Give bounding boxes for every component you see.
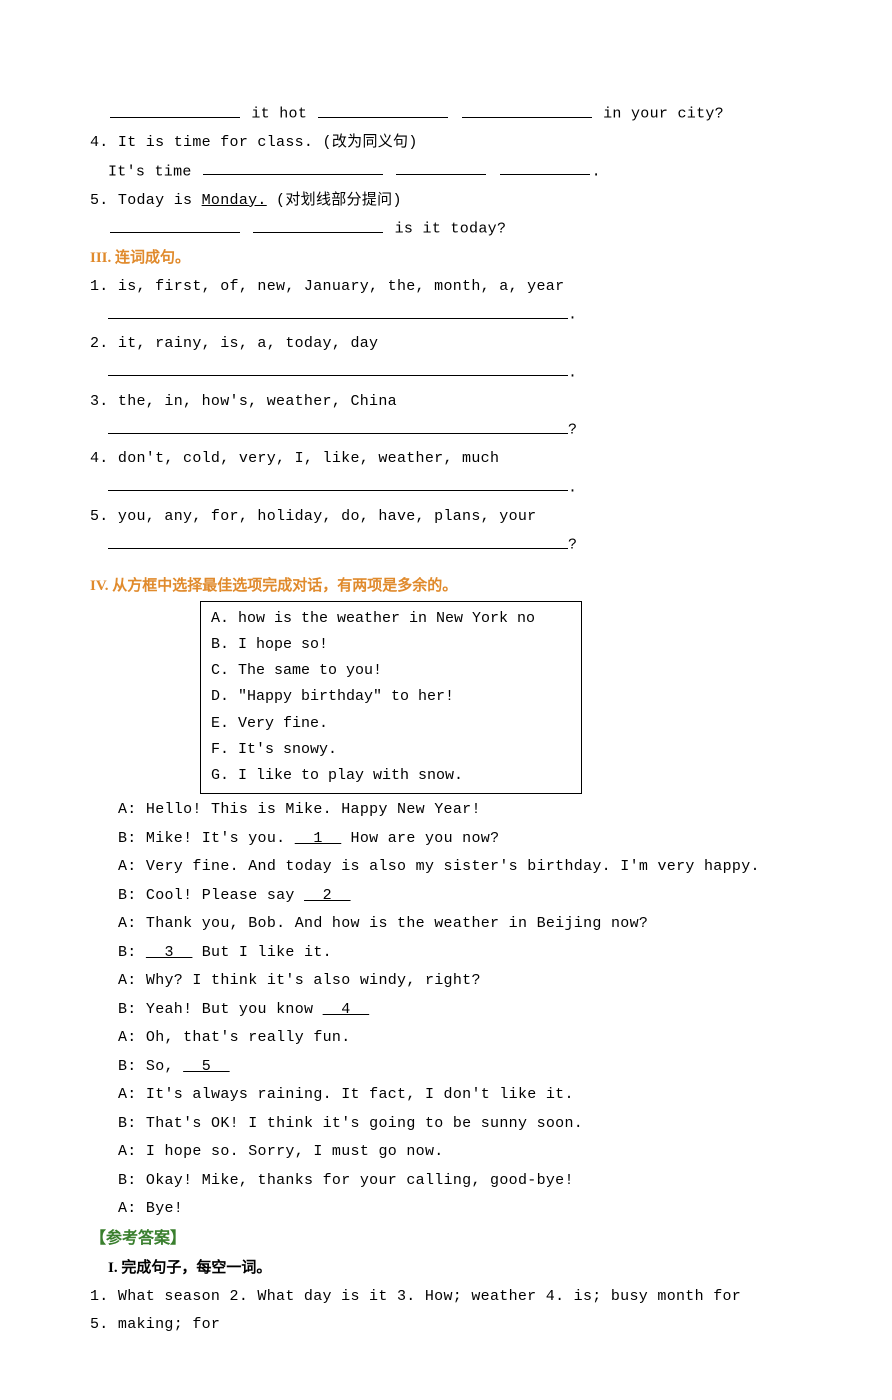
dialog-line: B: Okay! Mike, thanks for your calling, … [118, 1167, 802, 1196]
fill-blank[interactable]: 1 [295, 830, 342, 847]
q5-prompt: 5. Today is Monday. (对划线部分提问) [90, 187, 802, 216]
fill-blank[interactable]: 3 [146, 944, 193, 961]
dialog-line: A: It's always raining. It fact, I don't… [118, 1081, 802, 1110]
option: A. how is the weather in New York no [211, 606, 571, 632]
iii-item: 5. you, any, for, holiday, do, have, pla… [90, 503, 802, 532]
dialog-line: A: Bye! [118, 1195, 802, 1224]
option: G. I like to play with snow. [211, 763, 571, 789]
q5-a: 5. Today is [90, 192, 202, 209]
blank [500, 158, 590, 176]
q5-tail: is it today? [395, 221, 507, 238]
fill-blank[interactable]: 4 [323, 1001, 370, 1018]
dialog-line: B: Yeah! But you know 4 [118, 996, 802, 1025]
q4-prompt: 4. It is time for class. (改为同义句) [90, 129, 802, 158]
fill-blank[interactable]: 5 [183, 1058, 230, 1075]
q3-line: it hot in your city? [90, 100, 802, 129]
blank [253, 215, 383, 233]
q5-b: (对划线部分提问) [267, 192, 402, 209]
punct: . [568, 479, 577, 496]
answer-line: 5. making; for [90, 1311, 802, 1340]
q5-line: is it today? [90, 215, 802, 244]
iii-item: 3. the, in, how's, weather, China [90, 388, 802, 417]
punct: . [568, 307, 577, 324]
dialog-line: A: Hello! This is Mike. Happy New Year! [118, 796, 802, 825]
iii-blank-line: . [90, 301, 802, 330]
blank [462, 100, 592, 118]
dialog-line: B: So, 5 [118, 1053, 802, 1082]
q4-stub: It's time [108, 163, 192, 180]
iii-blank-line: . [90, 359, 802, 388]
dialog-line: A: Oh, that's really fun. [118, 1024, 802, 1053]
iii-blank-line: . [90, 474, 802, 503]
iii-blank-line: ? [90, 531, 802, 560]
blank [203, 158, 383, 176]
punct: ? [568, 422, 577, 439]
dialog-line: B: That's OK! I think it's going to be s… [118, 1110, 802, 1139]
option: F. It's snowy. [211, 737, 571, 763]
iii-item: 2. it, rainy, is, a, today, day [90, 330, 802, 359]
section-iii-title: III. 连词成句。 [90, 244, 802, 273]
blank [396, 158, 486, 176]
punct: . [568, 364, 577, 381]
punct: ? [568, 537, 577, 554]
iii-item: 1. is, first, of, new, January, the, mon… [90, 273, 802, 302]
options-box: A. how is the weather in New York no B. … [200, 601, 582, 795]
option: E. Very fine. [211, 711, 571, 737]
answer-line: 1. What season 2. What day is it 3. How;… [90, 1283, 802, 1312]
q3-text-a: it hot [251, 106, 307, 123]
blank [108, 474, 568, 492]
blank [108, 301, 568, 319]
dialog-line: B: 3 But I like it. [118, 939, 802, 968]
q4-line: It's time . [90, 158, 802, 187]
section-iv-title: IV. 从方框中选择最佳选项完成对话，有两项是多余的。 [90, 572, 802, 601]
blank [110, 100, 240, 118]
dialog-line: A: Very fine. And today is also my siste… [118, 853, 802, 882]
iii-item: 4. don't, cold, very, I, like, weather, … [90, 445, 802, 474]
answers-subtitle: I. 完成句子，每空一词。 [90, 1254, 802, 1283]
blank [108, 359, 568, 377]
answers-title: 【参考答案】 [90, 1224, 802, 1254]
option: C. The same to you! [211, 658, 571, 684]
dialog-line: B: Mike! It's you. 1 How are you now? [118, 825, 802, 854]
blank [318, 100, 448, 118]
dialog-line: B: Cool! Please say 2 [118, 882, 802, 911]
dialog-line: A: Why? I think it's also windy, right? [118, 967, 802, 996]
q3-text-b: in your city? [603, 106, 724, 123]
option: B. I hope so! [211, 632, 571, 658]
blank [108, 531, 568, 549]
fill-blank[interactable]: 2 [304, 887, 351, 904]
blank [110, 215, 240, 233]
dialog-line: A: I hope so. Sorry, I must go now. [118, 1138, 802, 1167]
q5-under: Monday. [202, 192, 267, 209]
blank [108, 416, 568, 434]
iii-blank-line: ? [90, 416, 802, 445]
option: D. "Happy birthday" to her! [211, 684, 571, 710]
dialog-line: A: Thank you, Bob. And how is the weathe… [118, 910, 802, 939]
